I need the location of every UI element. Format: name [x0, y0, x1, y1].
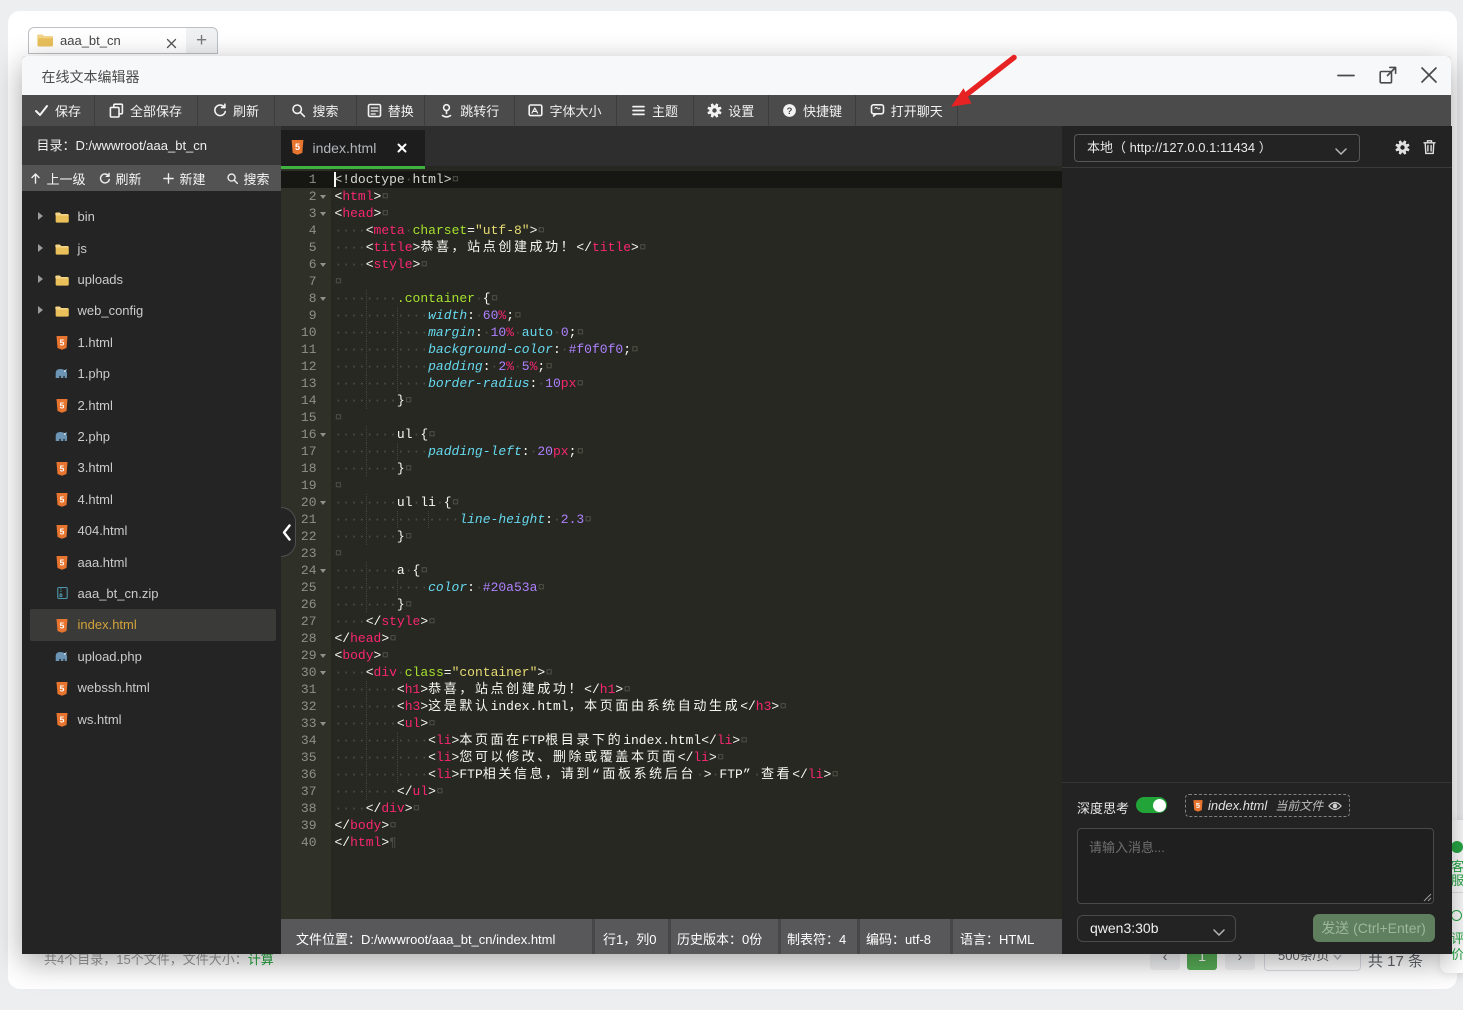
svg-text:5: 5	[59, 464, 64, 474]
svg-text:5: 5	[59, 621, 64, 631]
svg-text:5: 5	[59, 401, 64, 411]
svg-text:5: 5	[59, 526, 64, 536]
svg-text:5: 5	[294, 142, 299, 152]
svg-text:5: 5	[1196, 801, 1200, 810]
svg-text:5: 5	[59, 338, 64, 348]
svg-text:5: 5	[59, 558, 64, 568]
svg-text:?: ?	[787, 106, 793, 117]
svg-text:5: 5	[59, 715, 64, 725]
svg-text:5: 5	[59, 495, 64, 505]
svg-text:5: 5	[59, 683, 64, 693]
